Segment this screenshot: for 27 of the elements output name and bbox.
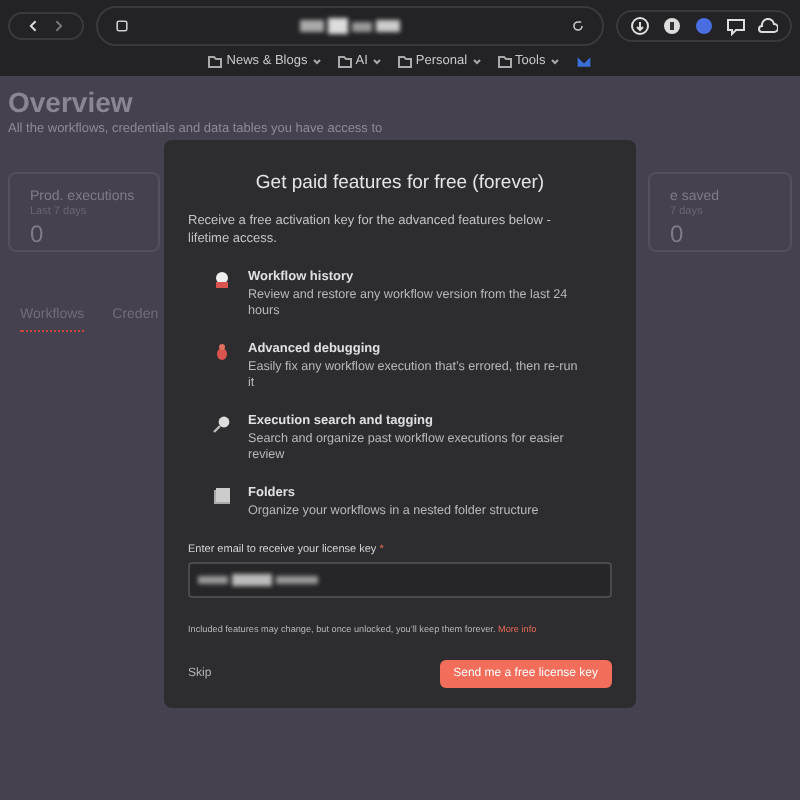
redacted-block bbox=[300, 18, 400, 34]
chevron-down-icon bbox=[549, 57, 560, 65]
download-icon[interactable] bbox=[630, 16, 650, 36]
sidebar-icon[interactable] bbox=[114, 18, 130, 34]
card-value: 0 bbox=[30, 220, 46, 248]
forward-icon[interactable] bbox=[50, 18, 66, 34]
card-value: 0 bbox=[670, 220, 686, 248]
cloud-icon[interactable] bbox=[758, 16, 778, 36]
email-field[interactable] bbox=[188, 562, 612, 599]
chevron-down-icon bbox=[311, 57, 322, 65]
chevron-down-icon bbox=[371, 57, 382, 65]
mail-icon[interactable] bbox=[575, 53, 592, 69]
speech-bubble-icon[interactable] bbox=[726, 16, 746, 36]
redacted-block bbox=[198, 574, 318, 587]
address-bar[interactable] bbox=[96, 6, 604, 46]
bug-icon bbox=[212, 341, 232, 362]
magnifier-icon bbox=[212, 413, 232, 434]
folder-icon bbox=[208, 55, 223, 67]
folder-icon bbox=[497, 55, 512, 67]
reload-icon[interactable] bbox=[570, 18, 586, 34]
folder-icon bbox=[212, 485, 232, 506]
folder-icon bbox=[397, 55, 412, 67]
back-icon[interactable] bbox=[26, 18, 42, 34]
page-title: Overview bbox=[8, 86, 135, 118]
folder-icon bbox=[337, 55, 352, 67]
dialog-title: Get paid features for free (forever) bbox=[253, 172, 547, 194]
chevron-down-icon bbox=[471, 57, 482, 65]
